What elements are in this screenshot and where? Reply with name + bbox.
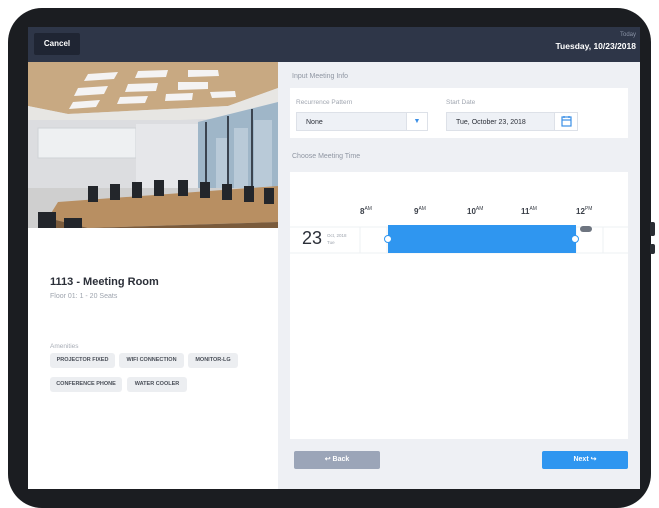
amenities-label: Amenities — [50, 343, 79, 350]
meeting-info-card: Recurrence Pattern None ▼ Start Date Tue… — [290, 88, 628, 138]
range-start-handle[interactable] — [384, 235, 392, 243]
back-arrow-icon: ↩ — [324, 456, 331, 463]
room-subtitle: Floor 01: 1 - 20 Seats — [50, 293, 118, 300]
side-button — [650, 222, 655, 236]
amenity-chip: WIFI CONNECTION — [119, 353, 184, 368]
top-bar: Cancel Today Tuesday, 10/23/2018 — [28, 27, 640, 62]
hour-label: 10AM — [467, 206, 484, 216]
range-end-handle[interactable] — [571, 235, 579, 243]
recurrence-value: None — [306, 119, 323, 126]
hour-label: 11AM — [521, 206, 537, 216]
chevron-down-icon[interactable]: ▼ — [406, 113, 427, 130]
next-button[interactable]: Next ↪ — [542, 451, 628, 469]
today-label: Today — [619, 32, 636, 38]
calendar-icon[interactable] — [554, 113, 577, 130]
start-date-label: Start Date — [446, 99, 476, 106]
recurrence-select[interactable]: None ▼ — [296, 112, 428, 131]
today-date: Tuesday, 10/23/2018 — [555, 41, 637, 51]
time-marker-badge — [580, 226, 592, 232]
back-label: Back — [332, 456, 350, 463]
room-details-pane: 1113 - Meeting Room Floor 01: 1 - 20 Sea… — [28, 62, 278, 489]
meeting-time-heading: Choose Meeting Time — [292, 153, 361, 160]
hour-label: 12PM — [576, 206, 593, 216]
back-button[interactable]: ↩ Back — [294, 451, 380, 469]
meeting-form-pane: Input Meeting Info Recurrence Pattern No… — [278, 62, 640, 489]
amenity-chip: WATER COOLER — [127, 377, 187, 392]
hour-label: 9AM — [414, 206, 426, 216]
meeting-info-heading: Input Meeting Info — [292, 73, 349, 80]
start-date-field[interactable]: Tue, October 23, 2018 — [446, 112, 578, 131]
app-screen: Cancel Today Tuesday, 10/23/2018 1113 - … — [28, 27, 640, 489]
room-title: 1113 - Meeting Room — [50, 276, 159, 288]
amenity-chip: PROJECTOR FIXED — [50, 353, 115, 368]
room-photo — [28, 62, 278, 228]
side-button — [650, 244, 655, 254]
cancel-button[interactable]: Cancel — [34, 33, 80, 55]
hour-label: 8AM — [360, 206, 372, 216]
selected-time-range[interactable] — [388, 225, 576, 253]
next-arrow-icon: ↪ — [590, 456, 597, 463]
amenity-chip: MONITOR-LG — [188, 353, 238, 368]
start-date-value: Tue, October 23, 2018 — [456, 119, 526, 126]
recurrence-label: Recurrence Pattern — [296, 99, 353, 106]
amenity-chip: CONFERENCE PHONE — [50, 377, 122, 392]
next-label: Next — [573, 456, 589, 463]
